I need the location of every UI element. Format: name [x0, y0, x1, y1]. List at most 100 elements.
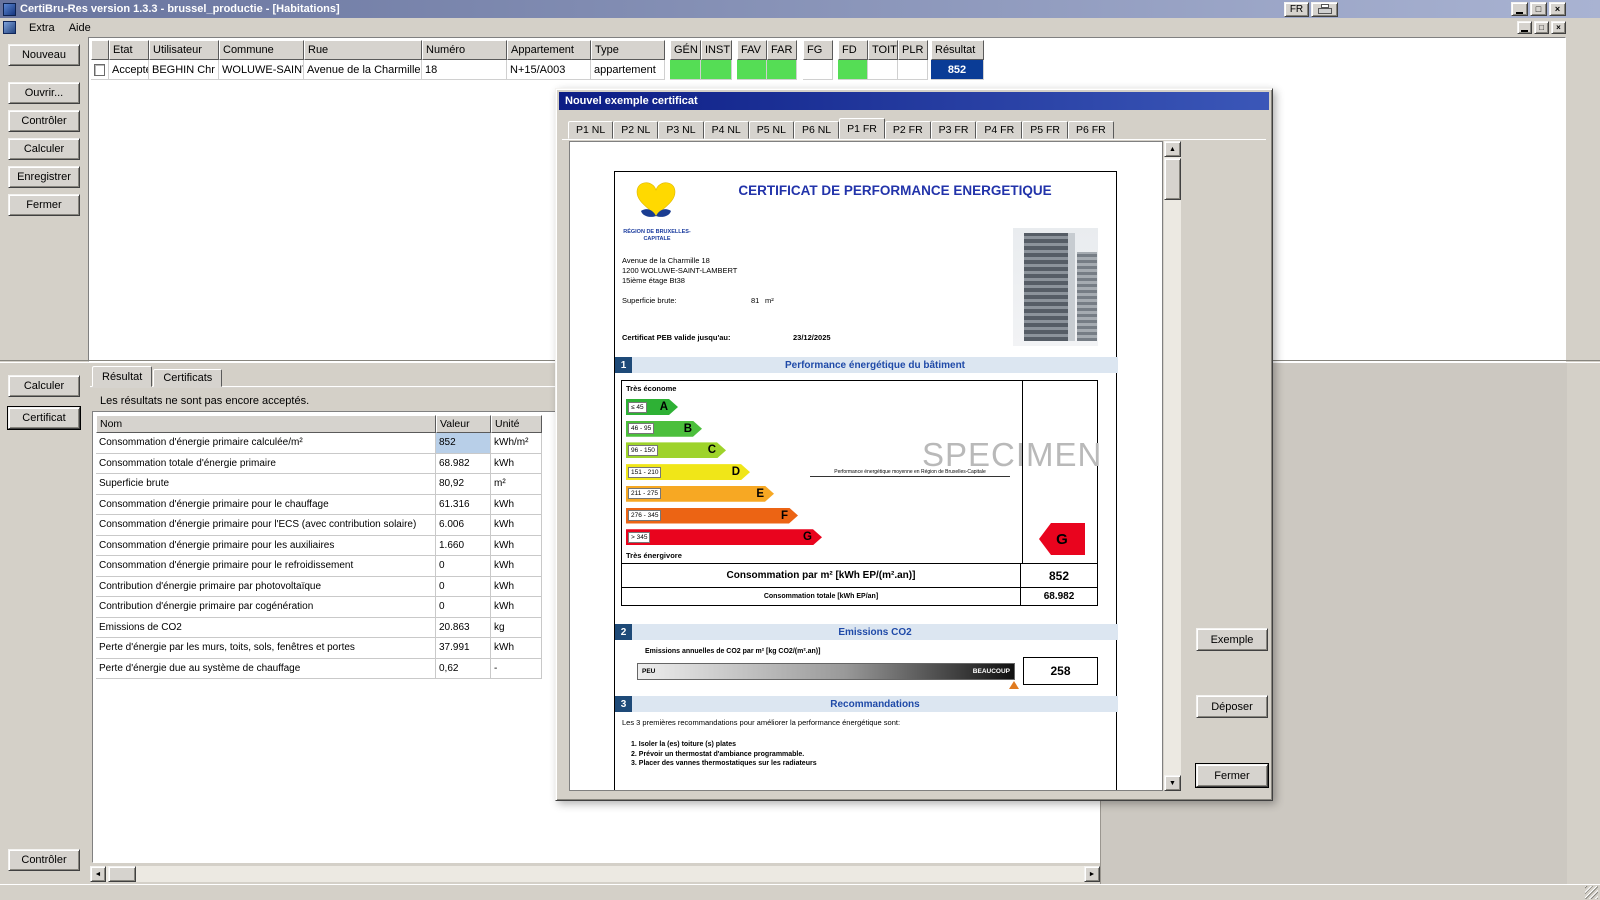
dwellings-table-row[interactable]: AcceptéBEGHIN ChrWOLUWE-SAINT-LAMBERTAve… [91, 60, 984, 80]
row-select-cell[interactable] [91, 60, 109, 80]
consumption-per-m2-value: 852 [1021, 564, 1097, 587]
tab-p1-nl[interactable]: P1 NL [568, 121, 613, 139]
column-header-inst[interactable]: INST [701, 40, 732, 60]
child-close-button[interactable]: × [1551, 21, 1566, 34]
cell-appartement: N+15/A003 [507, 60, 591, 80]
column-header-type[interactable]: Type [591, 40, 665, 60]
results-notice: Les résultats ne sont pas encore accepté… [100, 395, 309, 407]
address-line: 15ième étage Bt38 [622, 276, 737, 286]
results-cell: Consommation d'énergie primaire calculée… [96, 433, 436, 454]
column-header-fav[interactable]: FAV [737, 40, 767, 60]
tab-p4-nl[interactable]: P4 NL [704, 121, 749, 139]
child-minimize-button[interactable] [1517, 21, 1532, 34]
tab-p3-fr[interactable]: P3 FR [931, 121, 977, 139]
scroll-down-button[interactable]: ▼ [1164, 775, 1181, 791]
close-button[interactable]: × [1549, 2, 1566, 16]
band-letter: B [684, 423, 692, 435]
menu-extra[interactable]: Extra [22, 20, 62, 36]
certificat-button[interactable]: Certificat [8, 407, 80, 429]
scrollbar-thumb[interactable] [1164, 158, 1181, 200]
deposer-button[interactable]: Déposer [1196, 695, 1268, 718]
address-line: 1200 WOLUWE-SAINT-LAMBERT [622, 266, 737, 276]
print-button[interactable] [1311, 2, 1338, 17]
results-row: Consommation d'énergie primaire calculée… [96, 433, 542, 454]
tab-p2-nl[interactable]: P2 NL [613, 121, 658, 139]
toolbar-button-enregistrer[interactable]: Enregistrer [8, 166, 80, 188]
results-row: Perte d'énergie par les murs, toits, sol… [96, 638, 542, 659]
tab-p5-fr[interactable]: P5 FR [1022, 121, 1068, 139]
toolbar-button-controler[interactable]: Contrôler [8, 110, 80, 132]
result-cell: 852 [931, 60, 984, 80]
toolbar-button-nouveau[interactable]: Nouveau [8, 44, 80, 66]
results-cell: m² [491, 474, 542, 495]
maximize-button[interactable]: □ [1530, 2, 1547, 16]
language-button[interactable]: FR [1284, 2, 1309, 17]
column-header-toit[interactable]: TOIT [868, 40, 898, 60]
results-header-nom[interactable]: Nom [96, 415, 436, 433]
scroll-left-button[interactable]: ◄ [90, 866, 106, 882]
column-header-fg[interactable]: FG [803, 40, 833, 60]
consumption-total-row: Consommation totale [kWh EP/an] 68.982 [621, 588, 1098, 606]
tab-p3-nl[interactable]: P3 NL [658, 121, 703, 139]
band-range: > 345 [628, 532, 650, 543]
results-row: Emissions de CO220.863kg [96, 618, 542, 639]
results-header-valeur[interactable]: Valeur [436, 415, 491, 433]
results-header-unite[interactable]: Unité [491, 415, 542, 433]
results-cell: kWh [491, 638, 542, 659]
document-icon [3, 21, 16, 34]
column-header-numero[interactable]: Numéro [422, 40, 507, 60]
tab-p2-fr[interactable]: P2 FR [885, 121, 931, 139]
tab-resultat[interactable]: Résultat [92, 366, 152, 387]
toolbar-button-fermer[interactable]: Fermer [8, 194, 80, 216]
column-header-utilisateur[interactable]: Utilisateur [149, 40, 219, 60]
horizontal-scrollbar[interactable]: ◄ ► [90, 866, 1100, 882]
column-header-resultat[interactable]: Résultat [931, 40, 984, 60]
tab-p6-nl[interactable]: P6 NL [794, 121, 839, 139]
app-icon [3, 3, 16, 16]
superficie-unit: m² [765, 296, 774, 305]
row-checkbox[interactable] [94, 64, 105, 76]
scroll-up-button[interactable]: ▲ [1164, 141, 1181, 157]
tab-certificats[interactable]: Certificats [153, 369, 222, 387]
resize-grip[interactable] [1585, 886, 1598, 899]
fermer-button[interactable]: Fermer [1196, 764, 1268, 787]
cell-numero: 18 [422, 60, 507, 80]
exemple-button[interactable]: Exemple [1196, 628, 1268, 651]
column-header-gen[interactable]: GÉN [670, 40, 701, 60]
scrollbar-thumb[interactable] [108, 866, 136, 882]
column-header-plr[interactable]: PLR [898, 40, 928, 60]
superficie-label: Superficie brute: [622, 296, 677, 305]
child-restore-button[interactable]: □ [1534, 21, 1549, 34]
tab-p6-fr[interactable]: P6 FR [1068, 121, 1114, 139]
results-cell: 852 [436, 433, 491, 454]
scale-bottom-label: Très énergivore [626, 551, 682, 560]
column-header-fd[interactable]: FD [838, 40, 868, 60]
toolbar-button-calculer[interactable]: Calculer [8, 138, 80, 160]
tab-p5-nl[interactable]: P5 NL [749, 121, 794, 139]
co2-emissions-label: Emissions annuelles de CO2 par m² [kg CO… [645, 648, 820, 655]
column-header-rue[interactable]: Rue [304, 40, 422, 60]
column-header-commune[interactable]: Commune [219, 40, 304, 60]
consumption-total-label: Consommation totale [kWh EP/an] [622, 588, 1021, 605]
toolbar-button-ouvrir[interactable]: Ouvrir... [8, 82, 80, 104]
preview-scrollbar[interactable]: ▲ ▼ [1164, 141, 1181, 791]
header-select[interactable] [91, 40, 109, 60]
column-header-appartement[interactable]: Appartement [507, 40, 591, 60]
minimize-button[interactable] [1511, 2, 1528, 16]
results-cell: Consommation d'énergie primaire pour le … [96, 556, 436, 577]
tab-p4-fr[interactable]: P4 FR [976, 121, 1022, 139]
indicator-far [767, 60, 797, 80]
controler-button-bottom[interactable]: Contrôler [8, 849, 80, 871]
tab-p1-fr[interactable]: P1 FR [839, 118, 885, 139]
column-header-etat[interactable]: Etat [109, 40, 149, 60]
calculer-button[interactable]: Calculer [8, 375, 80, 397]
scroll-right-button[interactable]: ► [1084, 866, 1100, 882]
results-cell: - [491, 659, 542, 680]
building-tower-secondary [1077, 252, 1097, 342]
column-header-far[interactable]: FAR [767, 40, 797, 60]
address-line: Avenue de la Charmille 18 [622, 256, 737, 266]
menu-aide[interactable]: Aide [62, 20, 98, 36]
co2-high-label: BEAUCOUP [973, 668, 1010, 675]
certificate-address: Avenue de la Charmille 18 1200 WOLUWE-SA… [622, 256, 737, 286]
band-range: 151 - 210 [628, 467, 661, 478]
